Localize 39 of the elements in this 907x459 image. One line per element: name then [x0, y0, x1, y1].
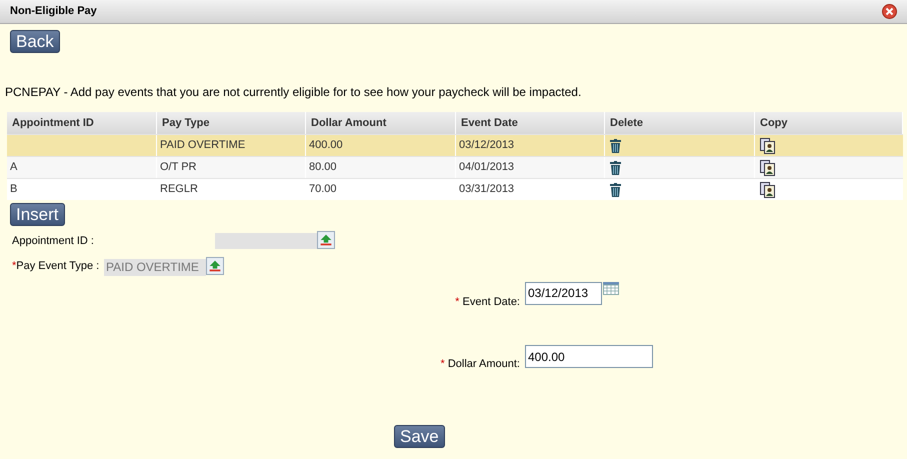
table-cell-text: A: [10, 160, 18, 176]
calendar-icon[interactable]: [603, 282, 619, 294]
table-cell-text: PAID OVERTIME: [160, 138, 246, 154]
lookup-icon[interactable]: [206, 256, 224, 274]
trash-icon[interactable]: [610, 138, 621, 152]
table-row[interactable]: PAID OVERTIME 400.00 03/12/2013: [7, 134, 903, 156]
field-label: Appointment ID :: [12, 234, 95, 249]
field-label: * Dollar Amount:: [440, 357, 521, 372]
save-button[interactable]: Save: [394, 424, 445, 448]
dollar-amount-field[interactable]: 400.00: [525, 345, 653, 368]
trash-icon[interactable]: [610, 160, 621, 174]
required-mark: *: [455, 296, 460, 308]
table-cell-text: O/T PR: [160, 160, 196, 176]
table-cell-text: 03/31/2013: [459, 182, 514, 198]
copy-icon[interactable]: [760, 160, 775, 176]
table-cell-text: 04/01/2013: [459, 160, 514, 176]
back-button[interactable]: Back: [10, 30, 60, 53]
lookup-icon[interactable]: [317, 231, 335, 249]
table-cell-text: 80.00: [309, 160, 337, 176]
field-label: *Pay Event Type :: [12, 258, 100, 274]
table-cell-text: B: [10, 182, 18, 198]
event-date-field[interactable]: 03/12/2013: [525, 282, 602, 304]
window-title: Non-Eligible Pay: [10, 4, 97, 20]
insert-button[interactable]: Insert: [10, 203, 65, 226]
required-mark: *: [440, 358, 445, 370]
copy-icon[interactable]: [760, 182, 775, 198]
table-cell-text: 03/12/2013: [459, 138, 514, 154]
table-cell-text: 400.00: [309, 138, 343, 154]
appointment-id-field[interactable]: [215, 233, 317, 249]
field-label: * Event Date:: [454, 294, 521, 310]
required-mark: *: [12, 260, 16, 272]
table-cell-text: 70.00: [309, 182, 337, 198]
description: PCNEPAY - Add pay events that you are not currently eligible for to see how your paycheck will be impacted.: [4, 84, 582, 101]
table-cell-text: REGLR: [160, 182, 198, 198]
trash-icon[interactable]: [610, 182, 621, 196]
table-row[interactable]: B REGLR 70.00 03/31/2013: [7, 178, 903, 200]
copy-icon[interactable]: [760, 138, 775, 154]
close-icon[interactable]: [882, 4, 897, 19]
table-row[interactable]: A O/T PR 80.00 04/01/2013: [7, 156, 903, 178]
